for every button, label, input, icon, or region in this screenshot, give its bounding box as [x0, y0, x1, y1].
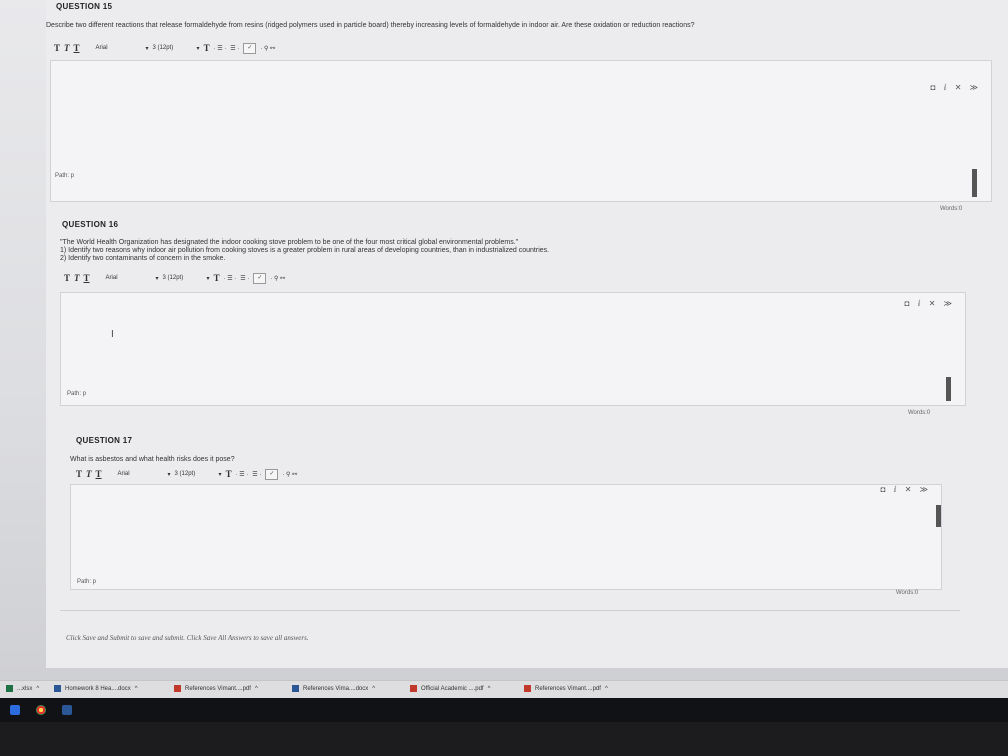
font-family-select[interactable]: Arial — [118, 471, 164, 477]
text-color-button[interactable]: T — [214, 273, 220, 283]
link-icon[interactable]: · ⚲ ⚯ — [270, 275, 285, 282]
link-icon[interactable]: · ⚲ ⚯ — [260, 45, 275, 52]
chevron-down-icon[interactable]: ▾ — [219, 471, 222, 478]
download-item[interactable]: References Vimant....pdf ^ — [174, 685, 258, 692]
editor-scrollbar[interactable] — [936, 505, 941, 527]
bold-button[interactable]: T — [64, 273, 70, 283]
question-16-header: QUESTION 16 — [62, 220, 119, 229]
browser-page: QUESTION 15 Describe two different react… — [0, 0, 1008, 680]
numbered-list-icon[interactable]: ☰ · — [240, 275, 249, 282]
editor-tools-icon[interactable]: ◘ ⅈ ✕ ≫ — [931, 83, 981, 92]
download-filename: References Vimant....pdf — [185, 685, 251, 692]
word-icon — [54, 685, 61, 692]
question-16-prompt-part1: 1) Identify two reasons why indoor air p… — [60, 247, 550, 254]
chevron-up-icon[interactable]: ^ — [255, 686, 258, 692]
chevron-up-icon[interactable]: ^ — [36, 686, 39, 692]
question-15-toolbar: T T T Arial ▾ 3 (12pt) ▾ T · ☰ · ☰ · ✓ ·… — [54, 42, 275, 54]
spellcheck-icon[interactable]: ✓ — [243, 42, 257, 54]
download-filename: References Vimant....pdf — [535, 685, 601, 692]
text-cursor-icon: I — [111, 329, 114, 340]
section-divider — [60, 610, 960, 611]
download-filename: Official Academic ....pdf — [421, 685, 484, 692]
word-count: Words:0 — [908, 410, 931, 416]
chevron-up-icon[interactable]: ^ — [488, 686, 491, 692]
excel-icon — [6, 685, 13, 692]
download-item[interactable]: Official Academic ....pdf ^ — [410, 685, 490, 692]
word-icon — [292, 685, 299, 692]
word-app-icon[interactable] — [62, 705, 72, 715]
font-size-select[interactable]: 3 (12pt) — [153, 45, 193, 51]
pdf-icon — [174, 685, 181, 692]
editor-path: Path: p — [67, 391, 87, 397]
question-15-header: QUESTION 15 — [56, 2, 113, 11]
chrome-icon[interactable] — [36, 705, 46, 715]
font-family-select[interactable]: Arial — [106, 275, 152, 281]
download-filename: References Vima....docx — [303, 685, 369, 692]
bold-button[interactable]: T — [76, 469, 82, 479]
download-filename: ...xlsx — [17, 685, 33, 692]
bullet-list-icon[interactable]: · ☰ · — [224, 275, 237, 282]
link-icon[interactable]: · ⚲ ⚯ — [282, 471, 297, 478]
chevron-down-icon[interactable]: ▾ — [168, 471, 171, 478]
question-15-prompt: Describe two different reactions that re… — [46, 22, 695, 29]
download-item[interactable]: ...xlsx ^ — [6, 685, 39, 692]
question-16-prompt-part2: 2) Identify two contaminants of concern … — [60, 255, 226, 262]
editor-scrollbar[interactable] — [972, 169, 977, 197]
underline-button[interactable]: T — [96, 469, 102, 479]
text-color-button[interactable]: T — [204, 43, 210, 53]
font-family-select[interactable]: Arial — [96, 45, 142, 51]
underline-button[interactable]: T — [74, 43, 80, 53]
numbered-list-icon[interactable]: ☰ · — [252, 471, 261, 478]
question-17-answer-editor[interactable]: ◘ ⅈ ✕ ≫ Path: p — [70, 484, 942, 590]
editor-path: Path: p — [55, 173, 75, 179]
italic-button[interactable]: T — [64, 43, 70, 53]
font-size-select[interactable]: 3 (12pt) — [175, 471, 215, 477]
search-icon[interactable] — [10, 705, 20, 715]
word-count: Words:0 — [940, 206, 963, 212]
editor-tools-icon[interactable]: ◘ ⅈ ✕ ≫ — [905, 299, 955, 308]
question-15-answer-editor[interactable]: ◘ ⅈ ✕ ≫ Path: p — [50, 60, 992, 202]
chevron-down-icon[interactable]: ▾ — [197, 45, 200, 52]
chevron-up-icon[interactable]: ^ — [605, 686, 608, 692]
chevron-down-icon[interactable]: ▾ — [156, 275, 159, 282]
bold-button[interactable]: T — [54, 43, 60, 53]
italic-button[interactable]: T — [74, 273, 80, 283]
download-item[interactable]: References Vimant....pdf ^ — [524, 685, 608, 692]
chevron-down-icon[interactable]: ▾ — [146, 45, 149, 52]
numbered-list-icon[interactable]: ☰ · — [230, 45, 239, 52]
question-16-toolbar: T T T Arial ▾ 3 (12pt) ▾ T · ☰ · ☰ · ✓ ·… — [64, 272, 285, 284]
word-count: Words:0 — [896, 590, 919, 596]
taskbar — [0, 698, 1008, 722]
question-16-prompt-quote: "The World Health Organization has desig… — [60, 239, 519, 246]
question-17-prompt: What is asbestos and what health risks d… — [70, 456, 235, 463]
chevron-up-icon[interactable]: ^ — [372, 686, 375, 692]
editor-path: Path: p — [77, 579, 97, 585]
chevron-up-icon[interactable]: ^ — [135, 686, 138, 692]
download-filename: Homework 8 Hea....docx — [65, 685, 131, 692]
italic-button[interactable]: T — [86, 469, 92, 479]
download-shelf: ...xlsx ^ Homework 8 Hea....docx ^ Refer… — [0, 680, 1008, 699]
editor-scrollbar[interactable] — [946, 377, 951, 401]
question-16-answer-editor[interactable]: ◘ ⅈ ✕ ≫ I Path: p — [60, 292, 966, 406]
editor-tools-icon[interactable]: ◘ ⅈ ✕ ≫ — [881, 485, 931, 494]
font-size-select[interactable]: 3 (12pt) — [163, 275, 203, 281]
underline-button[interactable]: T — [84, 273, 90, 283]
pdf-icon — [524, 685, 531, 692]
chevron-down-icon[interactable]: ▾ — [207, 275, 210, 282]
spellcheck-icon[interactable]: ✓ — [265, 468, 279, 480]
spellcheck-icon[interactable]: ✓ — [253, 272, 267, 284]
download-item[interactable]: Homework 8 Hea....docx ^ — [54, 685, 138, 692]
bullet-list-icon[interactable]: · ☰ · — [236, 471, 249, 478]
bullet-list-icon[interactable]: · ☰ · — [214, 45, 227, 52]
pdf-icon — [410, 685, 417, 692]
question-17-header: QUESTION 17 — [76, 436, 133, 445]
text-color-button[interactable]: T — [226, 469, 232, 479]
download-item[interactable]: References Vima....docx ^ — [292, 685, 375, 692]
question-17-toolbar: T T T Arial ▾ 3 (12pt) ▾ T · ☰ · ☰ · ✓ ·… — [76, 468, 297, 480]
save-instructions: Click Save and Submit to save and submit… — [66, 634, 309, 642]
